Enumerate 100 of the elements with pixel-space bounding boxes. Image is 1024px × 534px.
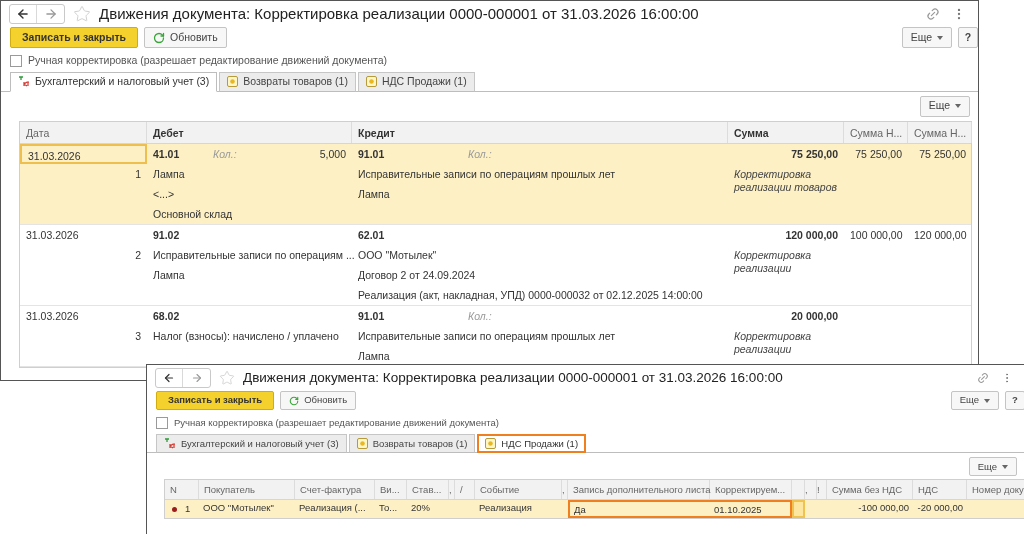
register-icon (356, 438, 368, 450)
star-icon[interactable] (73, 5, 91, 23)
analytics-line: Реализация (акт, накладная, УПД) 0000-000032 от 02.12.2025 14:00:00 (357, 287, 704, 303)
amount-cell-text: 75 250,00 (790, 146, 839, 162)
checkbox[interactable] (156, 417, 168, 430)
column-header[interactable]: , (449, 480, 455, 500)
quantity-value: 5,000 (318, 146, 347, 162)
date-cell[interactable]: 31.03.2026 (20, 224, 147, 245)
amount-cell-text: 120 000,00 (913, 227, 968, 243)
register-icon (485, 438, 497, 450)
more-button[interactable]: Еще (950, 391, 999, 410)
tab[interactable]: НДС Продажи (1) (357, 71, 475, 92)
analytics-line: Договор 2 от 24.09.2024 (357, 267, 477, 283)
account-code: 91.02 (152, 227, 181, 243)
tab[interactable]: Бухгалтерский и налоговый учет (3) (10, 71, 218, 92)
column-header[interactable]: , (805, 480, 817, 500)
table-cell-text: Реализация (478, 501, 533, 516)
table-cell-text: -20 000,00 (916, 501, 964, 516)
quantity-label: Кол.: (467, 146, 493, 162)
save-close-button[interactable]: Записать и закрыть (156, 391, 275, 410)
column-header[interactable]: / (455, 480, 475, 500)
analytics-line: Исправительные записи по операциям ... (152, 247, 352, 263)
column-header[interactable]: Став... (407, 480, 449, 500)
column-header[interactable]: Дата (20, 121, 147, 143)
caret-icon (1002, 464, 1008, 469)
analytics-line: Налог (взносы): начислено / уплачено (152, 328, 340, 344)
column-header[interactable]: Запись дополнительного листа (568, 480, 710, 500)
refresh-button[interactable]: Обновить (280, 391, 357, 410)
account-code: 62.01 (357, 227, 386, 243)
star-icon[interactable] (219, 370, 235, 386)
column-header[interactable]: Корректируем... (710, 480, 792, 500)
amount-cell-text: 100 000,00 (849, 227, 904, 243)
column-header[interactable]: Дебет (147, 121, 352, 143)
checkbox-label: Ручная корректировка (разрешает редактирование движений документа) (174, 416, 499, 430)
column-header[interactable]: Счет-фактура (295, 480, 375, 500)
window-title: Движения документа: Корректировка реализации 0000-000001 от 31.03.2026 16:00:00 (243, 368, 783, 387)
column-header[interactable]: , (562, 480, 568, 500)
checkbox-label: Ручная корректировка (разрешает редактирование движений документа) (28, 53, 388, 68)
column-header[interactable]: Номер доку (967, 480, 1024, 500)
table-more-button[interactable]: Еще (968, 457, 1017, 477)
date-cell[interactable]: 31.03.2026 (20, 143, 147, 164)
column-header[interactable]: Сумма без НДС (827, 480, 913, 500)
back-arrow-icon (163, 372, 175, 384)
refresh-icon (289, 395, 300, 406)
column-header[interactable]: Сумма Н... (908, 121, 972, 143)
column-header[interactable]: Покупатель (199, 480, 295, 500)
forward-arrow-icon (190, 372, 203, 384)
content-text: Корректировка реализации товаров (732, 166, 838, 194)
content-text: Корректировка реализации (732, 247, 813, 275)
amount-cell-text: 120 000,00 (784, 227, 839, 243)
tab[interactable]: НДС Продажи (1) (477, 434, 587, 454)
table-cell-text: -100 000,00 (857, 501, 910, 516)
more-button[interactable]: Еще (901, 27, 952, 48)
current-cell (792, 500, 805, 519)
analytics-line: Исправительные записи по операциям прошлых лет (357, 166, 616, 182)
table-row[interactable]: 1 ООО "Мотылек" Реализация (... То... 20% Реализация Да 01.10.2025 -100 000,00 -20 000,00 (165, 500, 1024, 519)
analytics-line: Лампа (357, 186, 391, 202)
caret-icon (937, 35, 943, 40)
table-cell-text: 20% (410, 501, 431, 516)
analytics-line: Лампа (357, 348, 391, 364)
debit-credit-icon (164, 438, 176, 450)
row-number: 1 (134, 166, 142, 182)
column-header[interactable]: ! (817, 480, 827, 500)
table-cell-text: Реализация (... (298, 501, 367, 516)
column-header[interactable]: НДС (913, 480, 967, 500)
analytics-line: Основной склад (152, 206, 234, 222)
debit-credit-icon (18, 76, 30, 88)
tab[interactable]: Бухгалтерский и налоговый учет (3) (156, 434, 347, 454)
checkbox[interactable] (10, 54, 22, 67)
caret-icon (984, 398, 990, 403)
date-cell[interactable]: 31.03.2026 (20, 305, 147, 326)
window-title: Движения документа: Корректировка реализации 0000-000001 от 31.03.2026 16:00:00 (99, 3, 699, 24)
refresh-button[interactable]: Обновить (144, 27, 227, 48)
help-button[interactable]: ? (1005, 391, 1024, 410)
tab[interactable]: Возвраты товаров (1) (348, 434, 476, 454)
account-code: 41.01 (152, 146, 181, 162)
amount-cell-text: 75 250,00 (854, 146, 903, 162)
amount-cell-text: 75 250,00 (918, 146, 967, 162)
column-header[interactable]: N (165, 480, 199, 500)
column-header[interactable]: Ви... (375, 480, 407, 500)
quantity-label: Кол.: (467, 308, 493, 324)
tab[interactable]: Возвраты товаров (1) (219, 71, 356, 92)
help-button[interactable]: ? (958, 27, 978, 48)
analytics-line: <...> (152, 186, 175, 202)
save-close-button[interactable]: Записать и закрыть (10, 27, 139, 48)
caret-icon (955, 104, 961, 109)
amount-cell-text: 20 000,00 (790, 308, 839, 324)
table-more-button[interactable]: Еще (919, 95, 970, 117)
table-cell-text: То... (378, 501, 399, 516)
table-row[interactable]: 31.03.2026 1 41.01 Кол.: 5,000 Лампа <...> Основной склад 91.01 Кол.: Исправительные записи по операциям прошлых лет Лампа 75 250,00 Корректировка реализации товаров 75 250,00 75 250,00 (20, 143, 971, 225)
column-header[interactable]: Сумма (728, 121, 844, 143)
register-icon (365, 76, 377, 88)
row-number: 1 (185, 502, 191, 517)
column-header[interactable]: Кредит (352, 121, 728, 143)
row-number: 2 (134, 247, 142, 263)
refresh-icon (153, 31, 166, 44)
column-header[interactable]: Событие (475, 480, 562, 500)
analytics-line: Лампа (152, 267, 186, 283)
column-header[interactable]: Сумма Н... (844, 121, 908, 143)
table-cell: 01.10.2025 (710, 500, 792, 519)
